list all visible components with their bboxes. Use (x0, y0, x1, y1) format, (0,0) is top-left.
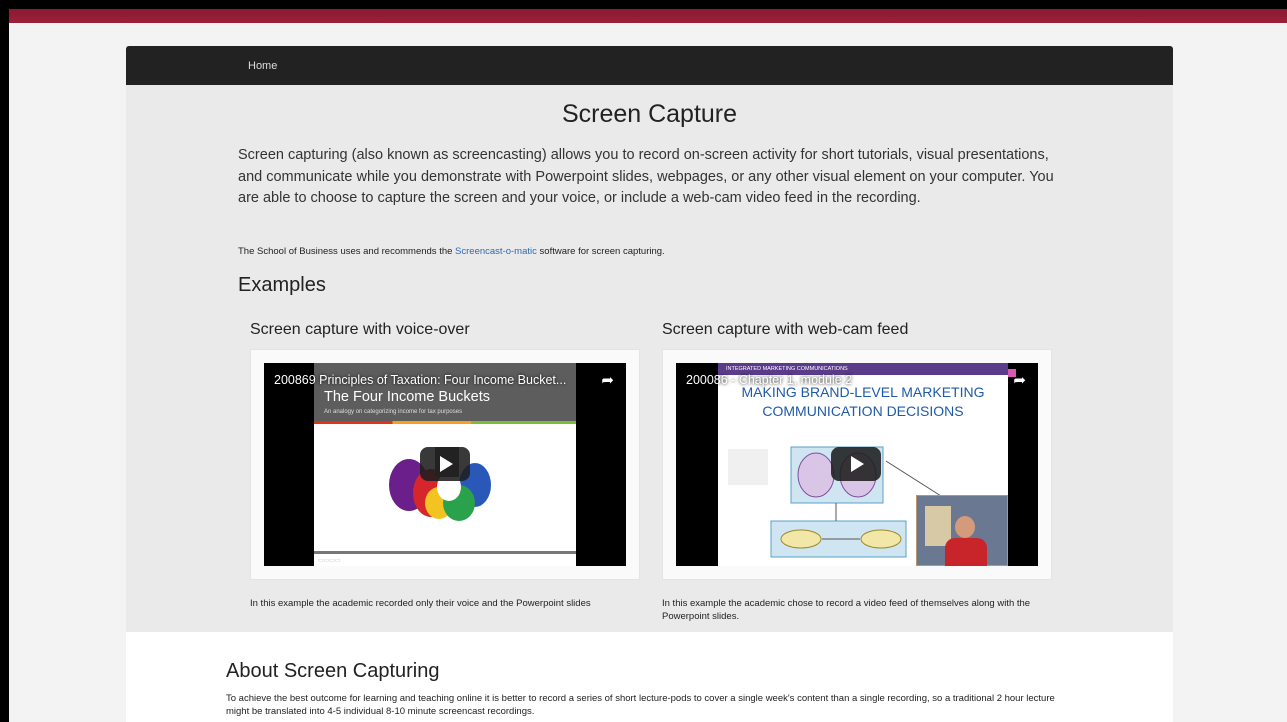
site-accent-bar (9, 9, 1287, 23)
example-heading: Screen capture with web-cam feed (662, 321, 909, 338)
webcam-presenter-body (945, 538, 987, 566)
browser-viewport: Home Screen Capture Screen capturing (al… (9, 9, 1287, 722)
webcam-presenter-head (955, 516, 975, 538)
share-arrow-icon[interactable]: ➦ (1013, 371, 1026, 389)
slide-title: The Four Income Buckets (324, 389, 491, 405)
slide-title: MAKING BRAND-LEVEL MARKETING COMMUNICATI… (741, 384, 985, 419)
video-player-taxation[interactable]: The Four Income Buckets An analogy on ca… (264, 363, 626, 566)
about-text: To achieve the best outcome for learning… (226, 693, 1055, 717)
slide-subtitle: An analogy on categorizing income for ta… (324, 409, 463, 415)
software-note: The School of Business uses and recommen… (238, 246, 665, 257)
example-heading: Screen capture with voice-over (250, 321, 470, 338)
main-section: Screen Capture Screen capturing (also kn… (126, 85, 1173, 632)
about-section: About Screen Capturing To achieve the be… (126, 632, 1173, 722)
example-voice-over: Screen capture with voice-over The Four … (250, 321, 640, 610)
video-player-marketing[interactable]: INTEGRATED MARKETING COMMUNICATIONS MAKI… (676, 363, 1038, 566)
youtube-play-icon[interactable] (831, 447, 881, 481)
navbar: Home (126, 46, 1173, 85)
page-title: Screen Capture (561, 100, 738, 128)
nav-home-link[interactable]: Home (248, 60, 277, 72)
share-arrow-icon[interactable]: ➦ (601, 371, 614, 389)
video-title[interactable]: 200086 - Chapter 1, module 2 (686, 373, 852, 387)
screencast-watermark: ▭▭▭▭ (318, 558, 341, 564)
slide-header-band: The Four Income Buckets An analogy on ca… (314, 363, 576, 421)
example-webcam-feed: Screen capture with web-cam feed INTEGRA… (662, 321, 1052, 623)
example-caption: In this example the academic chose to re… (662, 598, 1031, 622)
page-container: Home Screen Capture Screen capturing (al… (126, 46, 1173, 722)
video-progress-track[interactable] (314, 551, 576, 554)
slide-color-strip (314, 421, 576, 424)
video-embed-frame: INTEGRATED MARKETING COMMUNICATIONS MAKI… (662, 349, 1052, 580)
about-heading: About Screen Capturing (226, 660, 440, 682)
youtube-play-icon[interactable] (420, 447, 470, 481)
software-note-prefix: The School of Business uses and recommen… (238, 246, 456, 257)
intro-paragraph: Screen capturing (also known as screenca… (238, 147, 1054, 206)
software-note-suffix: software for screen capturing. (536, 246, 665, 257)
video-title[interactable]: 200869 Principles of Taxation: Four Inco… (274, 373, 566, 387)
examples-heading: Examples (238, 274, 326, 296)
screencast-o-matic-link[interactable]: Screencast-o-matic (455, 246, 537, 257)
webcam-feed (916, 495, 1008, 566)
example-caption: In this example the academic recorded on… (250, 598, 591, 609)
video-embed-frame: The Four Income Buckets An analogy on ca… (250, 349, 640, 580)
